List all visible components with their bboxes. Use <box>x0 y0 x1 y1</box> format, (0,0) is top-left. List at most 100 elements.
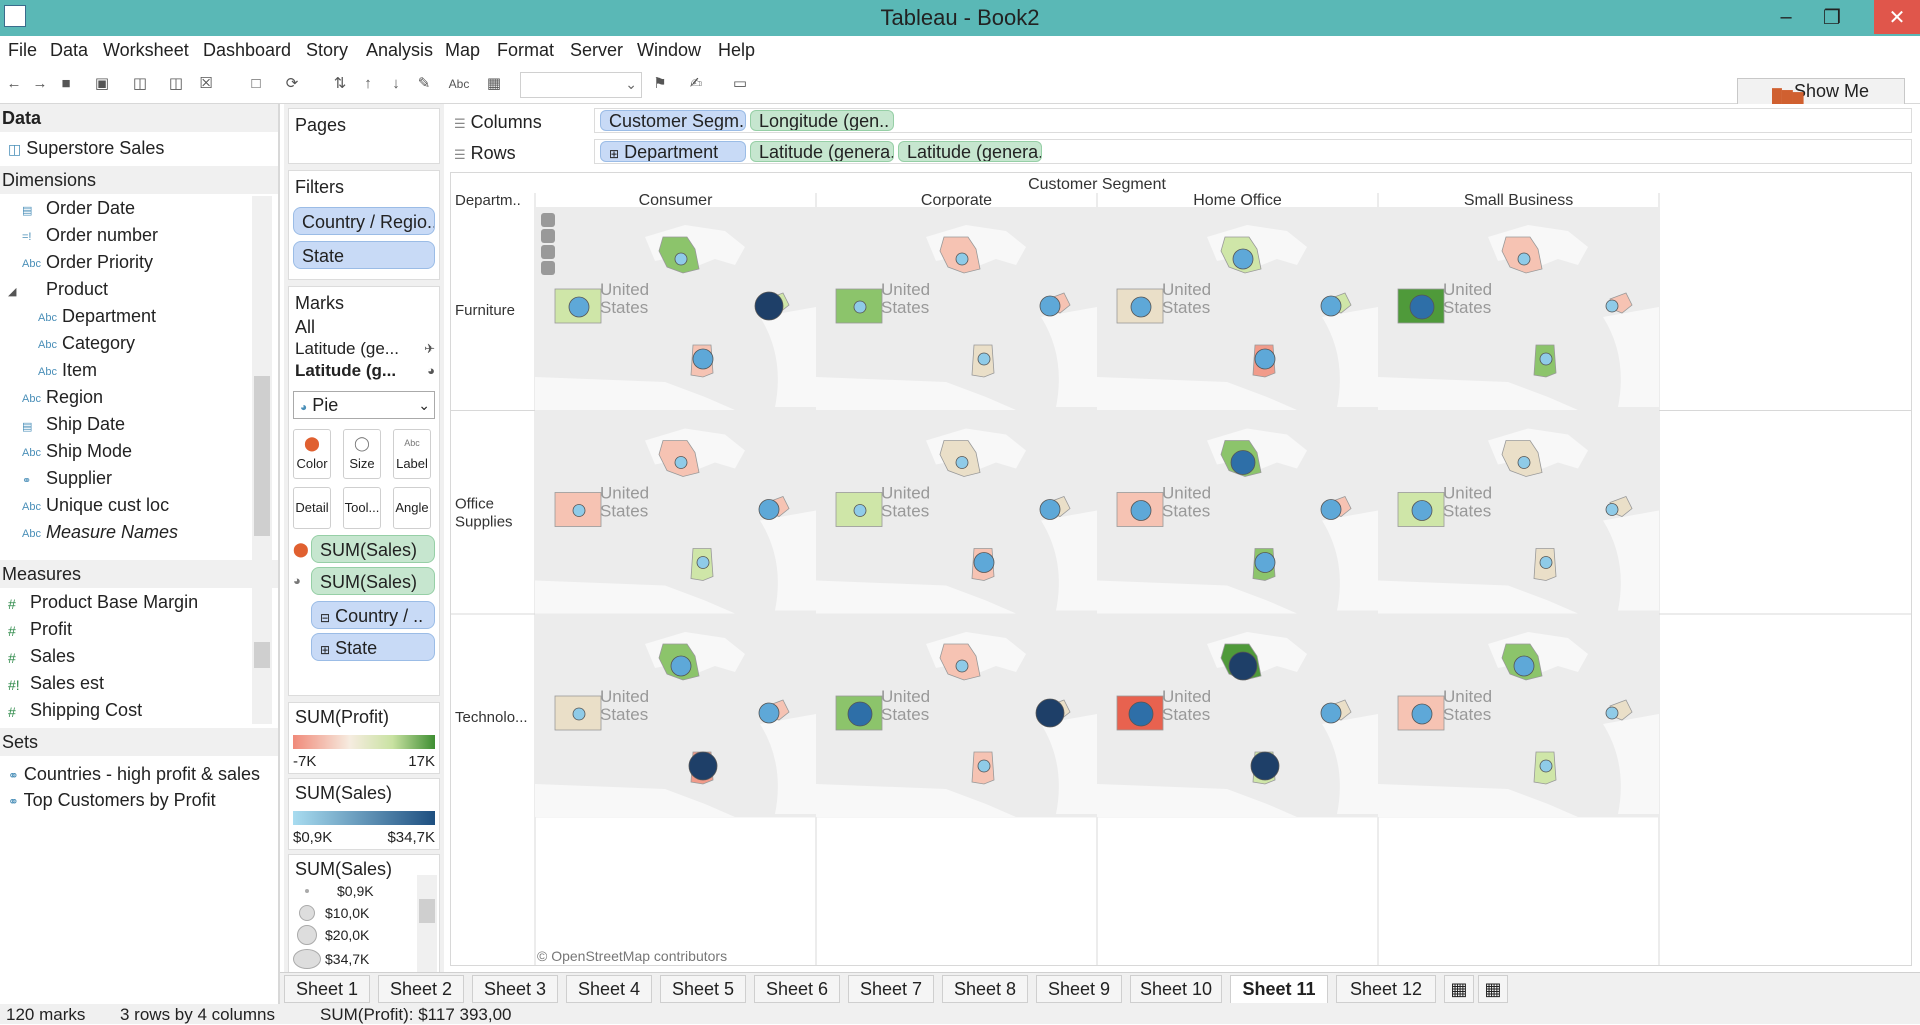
sales-pie-mark[interactable] <box>692 348 714 370</box>
sales-pie-mark[interactable] <box>754 291 784 321</box>
map-cell[interactable]: UnitedStates <box>1097 614 1378 818</box>
set-item[interactable]: ⚭ Top Customers by Profit <box>8 790 216 811</box>
label-button[interactable]: Abc Label <box>393 429 431 479</box>
filters-card[interactable]: Filters Country / Regio.. State <box>288 170 440 280</box>
sales-color-legend[interactable]: SUM(Sales) $0,9K $34,7K <box>288 778 440 850</box>
dimension-field[interactable]: Product <box>46 279 108 300</box>
sales-pie-mark[interactable] <box>1230 450 1256 475</box>
sales-pie-mark[interactable] <box>1039 295 1061 317</box>
sales-pie-mark[interactable] <box>977 759 991 773</box>
sales-pie-mark[interactable] <box>955 659 969 673</box>
map-cell[interactable]: UnitedStates <box>535 410 816 615</box>
sheet-tab[interactable]: Sheet 11 <box>1230 975 1328 1003</box>
sheet-tab[interactable]: Sheet 1 <box>284 975 370 1003</box>
column-pill-longitude[interactable]: Longitude (gen.. <box>750 110 894 131</box>
sheet-tab[interactable]: Sheet 3 <box>472 975 558 1003</box>
sales-pie-mark[interactable] <box>670 655 692 677</box>
sheet-tab[interactable]: Sheet 7 <box>848 975 934 1003</box>
sales-pie-mark[interactable] <box>1605 503 1619 516</box>
sales-pie-mark[interactable] <box>1320 499 1342 520</box>
mark-pill-angle-sales[interactable]: SUM(Sales) <box>311 567 435 595</box>
dimension-field[interactable]: Ship Mode <box>46 441 132 462</box>
highlight-icon[interactable]: ✎ <box>414 75 434 93</box>
filter-pill-state[interactable]: State <box>293 241 435 269</box>
annotate-icon[interactable]: ✍ <box>686 75 706 93</box>
dimension-field[interactable]: Measure Names <box>46 522 178 543</box>
sales-pie-mark[interactable] <box>1539 556 1553 569</box>
sales-pie-mark[interactable] <box>955 252 969 266</box>
sales-pie-mark[interactable] <box>1320 295 1342 317</box>
mark-pill-color-sales[interactable]: SUM(Sales) <box>311 535 435 563</box>
size-button[interactable]: ◯ Size <box>343 429 381 479</box>
sales-pie-mark[interactable] <box>1254 348 1276 370</box>
sales-pie-mark[interactable] <box>955 456 969 469</box>
menu-format[interactable]: Format <box>497 40 554 61</box>
measure-field[interactable]: Sales <box>30 646 75 667</box>
sales-pie-mark[interactable] <box>1605 299 1619 313</box>
sales-pie-mark[interactable] <box>1411 703 1433 725</box>
new-worksheet-icon[interactable]: ▦ <box>1444 975 1474 1003</box>
sort-asc-icon[interactable]: ↑ <box>358 75 378 93</box>
map-cell[interactable]: UnitedStates <box>816 207 1097 411</box>
sales-pie-mark[interactable] <box>1409 294 1435 320</box>
save-icon[interactable]: ■ <box>56 75 76 93</box>
sales-pie-mark[interactable] <box>696 556 710 569</box>
sales-pie-mark[interactable] <box>1232 248 1254 270</box>
sales-pie-mark[interactable] <box>977 352 991 366</box>
sales-pie-mark[interactable] <box>1250 751 1280 781</box>
dimension-field[interactable]: Region <box>46 387 103 408</box>
sheet-tab[interactable]: Sheet 8 <box>942 975 1028 1003</box>
pages-card[interactable]: Pages <box>288 108 440 164</box>
mark-pill-state[interactable]: ⊞ State <box>311 633 435 661</box>
marks-layer-1[interactable]: Latitude (ge... <box>295 339 399 359</box>
minimize-button[interactable]: – <box>1763 0 1809 34</box>
dimension-field[interactable]: Category <box>62 333 135 354</box>
dimension-field[interactable]: Unique cust loc <box>46 495 169 516</box>
scrollbar-thumb[interactable] <box>254 376 270 536</box>
column-pill-segment[interactable]: Customer Segm.. <box>600 110 746 131</box>
sales-pie-mark[interactable] <box>758 702 780 724</box>
sheet-tab[interactable]: Sheet 6 <box>754 975 840 1003</box>
map-cell[interactable]: UnitedStates <box>1378 207 1659 411</box>
scrollbar-thumb[interactable] <box>419 899 435 923</box>
map-cell[interactable]: UnitedStates <box>816 410 1097 615</box>
dimension-field[interactable]: Order Date <box>46 198 135 219</box>
datasource-icon[interactable]: ▣ <box>92 75 112 93</box>
show-me-button[interactable]: █▇▆ Show Me <box>1737 78 1905 105</box>
refresh-icon[interactable]: ⟳ <box>282 75 302 93</box>
sales-pie-mark[interactable] <box>847 701 873 727</box>
menu-analysis[interactable]: Analysis <box>366 40 433 61</box>
sheet-tab[interactable]: Sheet 10 <box>1130 975 1222 1003</box>
fit-dropdown[interactable]: ⌄ <box>520 72 642 98</box>
sales-pie-mark[interactable] <box>1130 296 1152 318</box>
menu-story[interactable]: Story <box>306 40 348 61</box>
sales-pie-mark[interactable] <box>1539 352 1553 366</box>
marks-layer-2[interactable]: Latitude (g... <box>295 361 396 381</box>
sales-pie-mark[interactable] <box>1128 701 1154 727</box>
sales-pie-mark[interactable] <box>572 707 586 721</box>
menu-map[interactable]: Map <box>445 40 480 61</box>
pause-update-icon[interactable]: □ <box>246 75 266 93</box>
sheet-tab[interactable]: Sheet 4 <box>566 975 652 1003</box>
menu-help[interactable]: Help <box>718 40 755 61</box>
sheet-tab[interactable]: Sheet 9 <box>1036 975 1122 1003</box>
menu-window[interactable]: Window <box>637 40 701 61</box>
sales-pie-mark[interactable] <box>758 499 780 520</box>
scrollbar-thumb[interactable] <box>254 642 270 668</box>
map-cell[interactable]: UnitedStates <box>1378 614 1659 818</box>
tooltip-button[interactable]: Tool... <box>343 487 381 529</box>
dimension-field[interactable]: Department <box>62 306 156 327</box>
dimension-field[interactable]: Ship Date <box>46 414 125 435</box>
pan-icon[interactable] <box>541 261 555 275</box>
angle-button[interactable]: Angle <box>393 487 431 529</box>
sales-pie-mark[interactable] <box>688 751 718 781</box>
sales-pie-mark[interactable] <box>973 552 995 573</box>
sales-pie-mark[interactable] <box>1320 702 1342 724</box>
labels-icon[interactable]: Abc <box>444 75 474 93</box>
swap-icon[interactable]: ⇅ <box>330 75 350 93</box>
measure-field[interactable]: Sales est <box>30 673 104 694</box>
size-legend-scrollbar[interactable] <box>417 875 437 973</box>
dimensions-scrollbar[interactable] <box>252 196 272 658</box>
sales-pie-mark[interactable] <box>1228 651 1258 681</box>
undo-icon[interactable]: ← <box>4 75 24 93</box>
